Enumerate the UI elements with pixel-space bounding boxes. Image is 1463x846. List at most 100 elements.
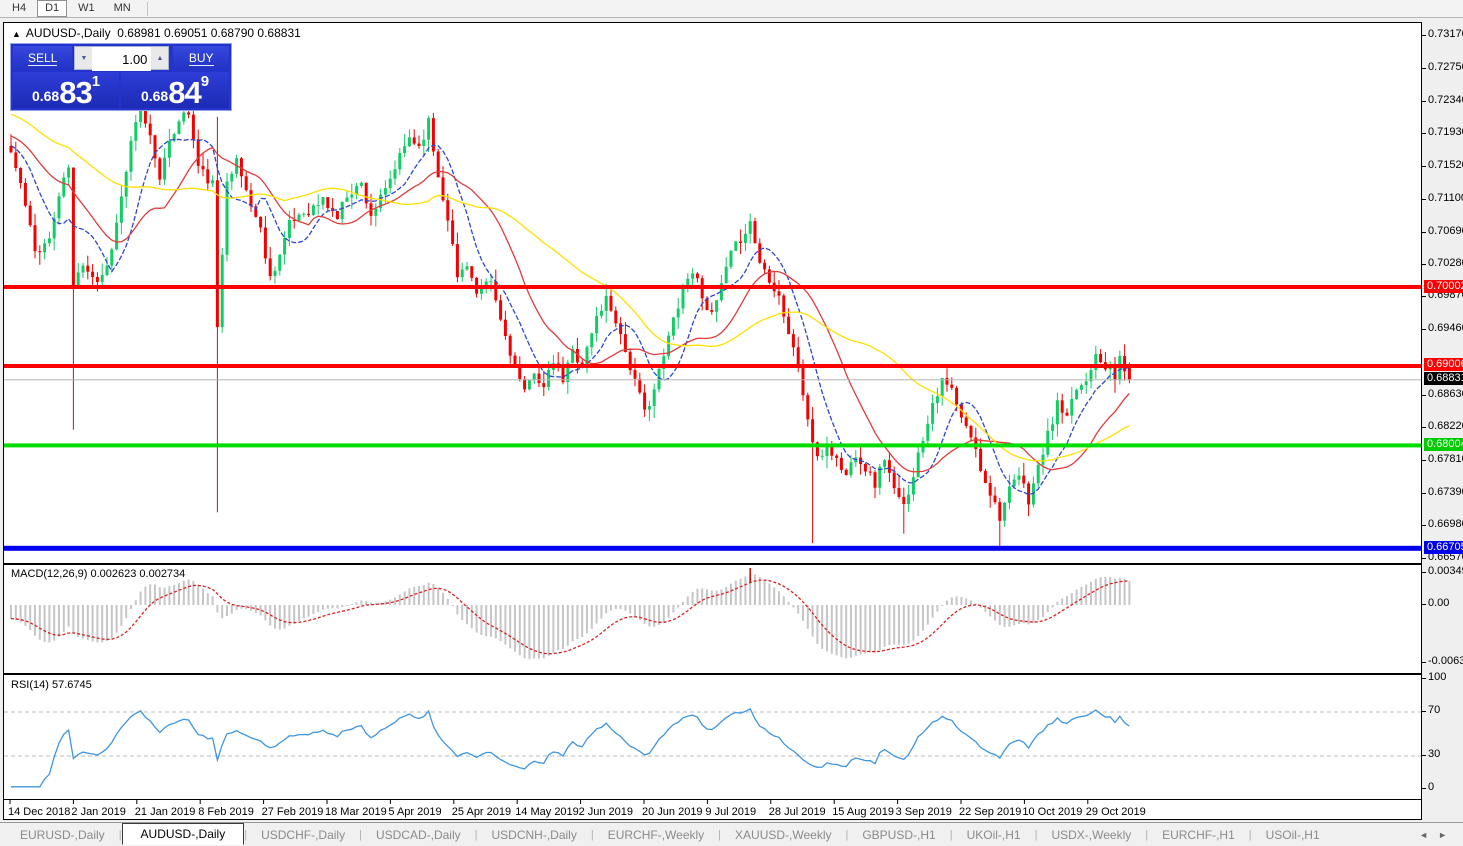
chart-title-ohlc: 0.68981 0.69051 0.68790 0.68831: [117, 26, 301, 40]
price-axis-label: 0.70690: [1428, 225, 1463, 237]
sell-price-prefix: 0.68: [32, 88, 59, 108]
buy-price-box[interactable]: 0.68 84 9: [121, 72, 229, 108]
hline-current-price[interactable]: [4, 379, 1421, 380]
date-label: 29 Oct 2019: [1086, 806, 1146, 818]
axis-tick: [1422, 427, 1426, 428]
price-tag-0.68831: 0.68831: [1424, 372, 1463, 385]
volume-spinner: ▼ ▲: [74, 46, 169, 70]
volume-decrease-button[interactable]: ▼: [75, 47, 92, 69]
macd-axis-label: -0.00637: [1428, 655, 1463, 667]
chart-tab-eurchf-h1[interactable]: EURCHF-,H1: [1148, 825, 1249, 845]
chart-tab-usoil-h1[interactable]: USOil-,H1: [1252, 825, 1334, 845]
hline-support-0.66705[interactable]: [4, 546, 1421, 551]
axis-tick: [1422, 199, 1426, 200]
rsi-axis-label: 0: [1428, 781, 1434, 793]
price-axis-label: 0.71520: [1428, 159, 1463, 171]
chart-canvas[interactable]: 14 Dec 20182 Jan 201921 Jan 20198 Feb 20…: [4, 23, 1421, 819]
rsi-axis-label: 100: [1428, 671, 1446, 683]
axis-tick: [1422, 68, 1426, 69]
date-label: 14 May 2019: [515, 806, 579, 818]
hline-support-0.68004[interactable]: [4, 443, 1421, 447]
date-label: 20 Jun 2019: [642, 806, 703, 818]
axis-tick: [1422, 755, 1426, 756]
panel-separator[interactable]: [4, 563, 1421, 565]
date-label: 2 Jun 2019: [579, 806, 633, 818]
axis-tick: [1422, 101, 1426, 102]
rsi-line: [11, 709, 1129, 787]
timeframe-button-w1[interactable]: W1: [70, 0, 103, 17]
date-label: 15 Aug 2019: [832, 806, 894, 818]
date-label: 28 Jul 2019: [769, 806, 826, 818]
date-label: 9 Jul 2019: [705, 806, 756, 818]
timeframe-button-d1[interactable]: D1: [37, 0, 67, 17]
toolbar-separator: [147, 2, 148, 16]
axis-tick: [1422, 232, 1426, 233]
chart-tab-usdchf-daily[interactable]: USDCHF-,Daily: [247, 825, 359, 845]
chart-tab-ukoil-h1[interactable]: UKOil-,H1: [953, 825, 1035, 845]
volume-increase-button[interactable]: ▲: [151, 47, 168, 69]
axis-tick: [1422, 133, 1426, 134]
chart-tab-eurusd-daily[interactable]: EURUSD-,Daily: [6, 825, 119, 845]
chart-title-symbol: AUDUSD-,Daily: [26, 26, 111, 40]
axis-tick: [1422, 558, 1426, 559]
sell-button[interactable]: SELL: [13, 46, 72, 70]
timeframe-toolbar: H4D1W1MN: [0, 0, 1463, 18]
price-axis-label: 0.72750: [1428, 61, 1463, 73]
chart-tab-eurchf-weekly[interactable]: EURCHF-,Weekly: [594, 825, 718, 845]
chart-tab-usdcnh-daily[interactable]: USDCNH-,Daily: [478, 825, 591, 845]
date-label: 8 Feb 2019: [198, 806, 254, 818]
axis-tick: [1422, 395, 1426, 396]
timeframe-button-h4[interactable]: H4: [4, 0, 34, 17]
moving-average-fast-line: [11, 139, 1129, 494]
axis-tick: [1422, 166, 1426, 167]
axis-tick: [1422, 35, 1426, 36]
rsi-indicator-label: RSI(14) 57.6745: [11, 679, 92, 691]
chart-tab-audusd-daily[interactable]: AUDUSD-,Daily: [122, 823, 245, 845]
chart-tab-usdx-weekly[interactable]: USDX-,Weekly: [1037, 825, 1145, 845]
panel-separator[interactable]: [4, 673, 1421, 675]
buy-price-main: 84: [168, 78, 200, 108]
chart-tab-xauusd-weekly[interactable]: XAUUSD-,Weekly: [721, 825, 845, 845]
buy-button[interactable]: BUY: [173, 46, 229, 70]
date-axis-separator: [4, 799, 1421, 800]
hline-resistance-0.69006[interactable]: [4, 364, 1421, 368]
price-tag-0.68004: 0.68004: [1424, 438, 1463, 451]
sell-button-label: SELL: [28, 51, 57, 66]
date-label: 27 Feb 2019: [262, 806, 324, 818]
price-axis-label: 0.67810: [1428, 453, 1463, 465]
price-axis-label: 0.68630: [1428, 388, 1463, 400]
axis-tick: [1422, 460, 1426, 461]
date-label: 2 Jan 2019: [71, 806, 125, 818]
date-label: 25 Apr 2019: [452, 806, 511, 818]
price-axis-label: 0.67390: [1428, 486, 1463, 498]
sell-price-box[interactable]: 0.68 83 1: [13, 72, 119, 108]
chart-window[interactable]: 14 Dec 20182 Jan 201921 Jan 20198 Feb 20…: [3, 22, 1422, 820]
price-tag-0.70002: 0.70002: [1424, 280, 1463, 293]
date-label: 21 Jan 2019: [135, 806, 196, 818]
macd-axis-label: 0.00349: [1428, 565, 1463, 577]
date-label: 5 Apr 2019: [388, 806, 441, 818]
timeframe-button-mn[interactable]: MN: [106, 0, 139, 17]
tab-scroll-arrows[interactable]: ◄►: [1419, 830, 1457, 840]
date-label: 10 Oct 2019: [1022, 806, 1082, 818]
macd-histogram: [10, 574, 1130, 659]
chart-tab-usdcad-daily[interactable]: USDCAD-,Daily: [362, 825, 475, 845]
volume-input[interactable]: [92, 47, 151, 71]
axis-tick: [1422, 525, 1426, 526]
candlesticks[interactable]: [10, 91, 1131, 548]
rsi-axis-label: 70: [1428, 704, 1440, 716]
price-axis: 0.731700.727500.723400.719300.715200.711…: [1422, 22, 1463, 820]
buy-button-label: BUY: [189, 51, 214, 66]
price-tag-0.66705: 0.66705: [1424, 541, 1463, 554]
axis-tick: [1422, 678, 1426, 679]
collapse-triangle-icon[interactable]: ▲: [12, 29, 21, 39]
date-label: 3 Sep 2019: [896, 806, 952, 818]
hline-resistance-0.70002[interactable]: [4, 285, 1421, 289]
axis-tick: [1422, 264, 1426, 265]
axis-tick: [1422, 493, 1426, 494]
chart-title: ▲ AUDUSD-,Daily 0.68981 0.69051 0.68790 0…: [12, 26, 301, 40]
chart-tab-gbpusd-h1[interactable]: GBPUSD-,H1: [848, 825, 949, 845]
chart-tab-bar: EURUSD-,Daily|AUDUSD-,Daily|USDCHF-,Dail…: [0, 822, 1463, 846]
price-tag-0.69006: 0.69006: [1424, 358, 1463, 371]
axis-tick: [1422, 788, 1426, 789]
